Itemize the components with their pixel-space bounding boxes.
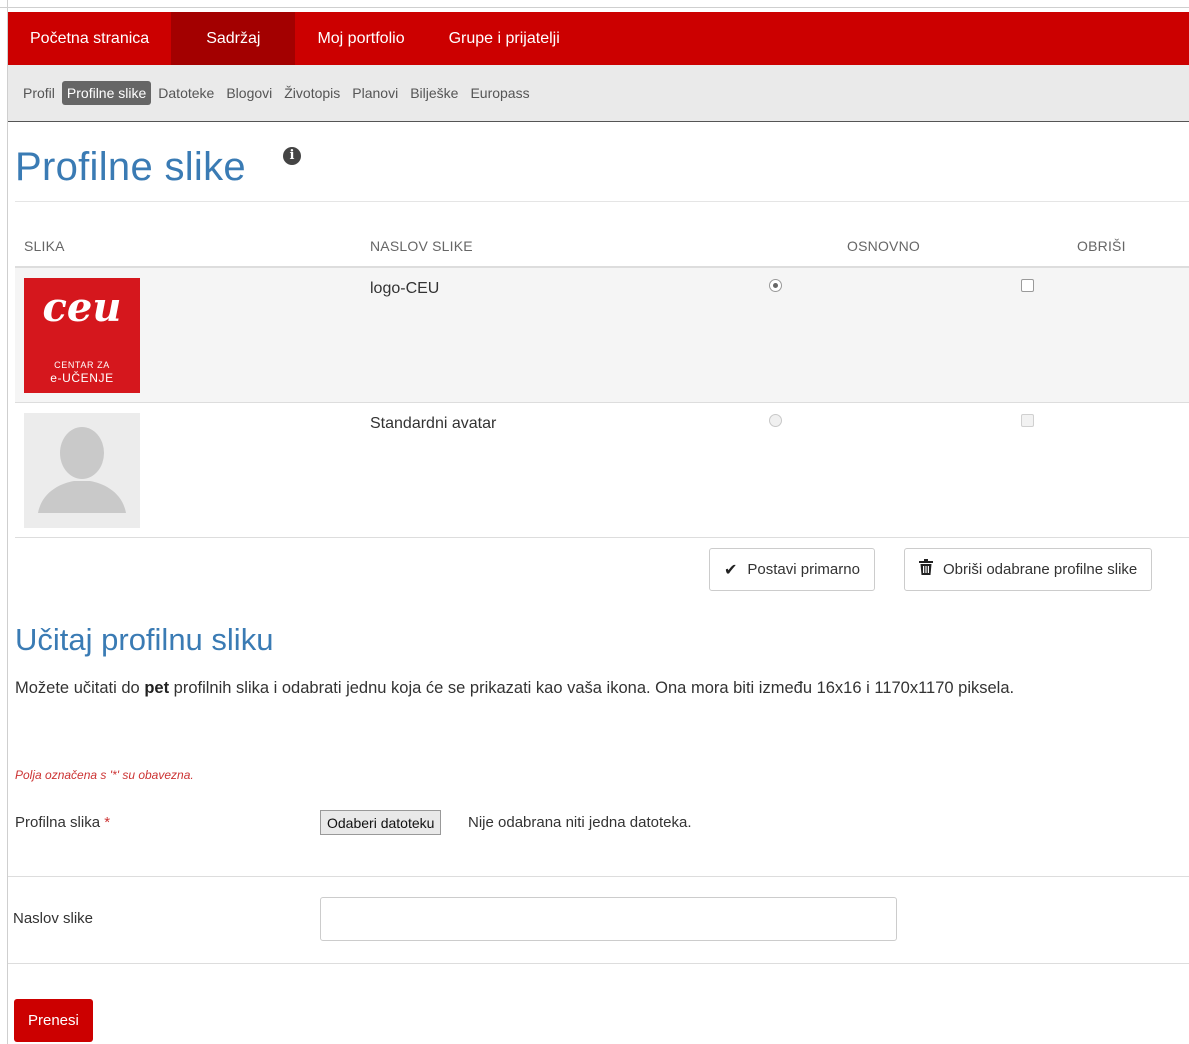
title-divider [15, 201, 1189, 202]
column-header-default: OSNOVNO [847, 238, 920, 254]
ceu-logo-image: ceu CENTAR ZA e-UČENJE [24, 278, 140, 393]
table-row: Standardni avatar [15, 403, 1189, 538]
default-radio[interactable] [769, 279, 782, 292]
form-divider [8, 963, 1189, 964]
upload-description: Možete učitati do pet profilnih slika i … [15, 679, 1015, 697]
delete-checkbox[interactable] [1021, 414, 1034, 427]
sub-nav: Profil Profilne slike Datoteke Blogovi Ž… [8, 65, 1189, 122]
profile-image-label: Profilna slika * [15, 814, 111, 831]
upload-heading: Učitaj profilnu sliku [15, 622, 274, 657]
set-primary-button[interactable]: ✔ Postavi primarno [709, 548, 875, 591]
default-radio[interactable] [769, 414, 782, 427]
upload-submit-button[interactable]: Prenesi [14, 999, 93, 1042]
subnav-item-europass[interactable]: Europass [465, 81, 534, 105]
ceu-logo-text-line2: e-UČENJE [50, 371, 114, 385]
required-fields-note: Polja označena s '*' su obavezna. [15, 768, 194, 782]
file-status-text: Nije odabrana niti jedna datoteka. [468, 814, 692, 831]
page-title: Profilne slike [15, 145, 246, 189]
subnav-item-profile[interactable]: Profil [18, 81, 60, 105]
form-divider [8, 876, 1189, 877]
subnav-item-plans[interactable]: Planovi [347, 81, 403, 105]
ceu-logo-text-line1: CENTAR ZA [54, 360, 110, 370]
delete-selected-button[interactable]: Obriši odabrane profilne slike [904, 548, 1153, 591]
image-title: logo-CEU [370, 280, 440, 297]
default-avatar-image [24, 413, 140, 528]
nav-item-groups[interactable]: Grupe i prijatelji [427, 12, 582, 65]
subnav-item-resume[interactable]: Životopis [279, 81, 345, 105]
main-nav: Početna stranica Sadržaj Moj portfolio G… [8, 12, 1189, 65]
subnav-item-blogs[interactable]: Blogovi [221, 81, 277, 105]
ceu-logo-mark: ceu [42, 284, 122, 331]
avatar-silhouette-icon [38, 427, 126, 513]
choose-file-button[interactable]: Odaberi datoteku [320, 810, 442, 835]
table-row: ceu CENTAR ZA e-UČENJE logo-CEU [15, 268, 1189, 403]
subnav-item-profile-pictures[interactable]: Profilne slike [61, 81, 152, 105]
nav-item-content[interactable]: Sadržaj [171, 12, 296, 65]
image-title: Standardni avatar [370, 415, 497, 432]
checkmark-icon: ✔ [724, 561, 738, 579]
nav-item-home[interactable]: Početna stranica [8, 12, 171, 65]
column-header-image: SLIKA [24, 238, 65, 254]
nav-item-portfolio[interactable]: Moj portfolio [295, 12, 426, 65]
required-marker: * [104, 814, 111, 831]
image-title-label: Naslov slike [13, 910, 94, 927]
column-header-title: NASLOV SLIKE [370, 238, 473, 254]
delete-selected-label: Obriši odabrane profilne slike [943, 561, 1138, 578]
delete-checkbox[interactable] [1021, 279, 1034, 292]
trash-icon [919, 559, 933, 580]
subnav-item-files[interactable]: Datoteke [153, 81, 219, 105]
subnav-item-notes[interactable]: Bilješke [405, 81, 463, 105]
column-header-delete: OBRIŠI [1077, 238, 1126, 254]
set-primary-label: Postavi primarno [747, 561, 860, 578]
info-circle-icon[interactable]: i [283, 147, 301, 165]
image-title-input[interactable] [320, 897, 897, 941]
top-border [0, 7, 1189, 8]
left-border [7, 0, 8, 1044]
